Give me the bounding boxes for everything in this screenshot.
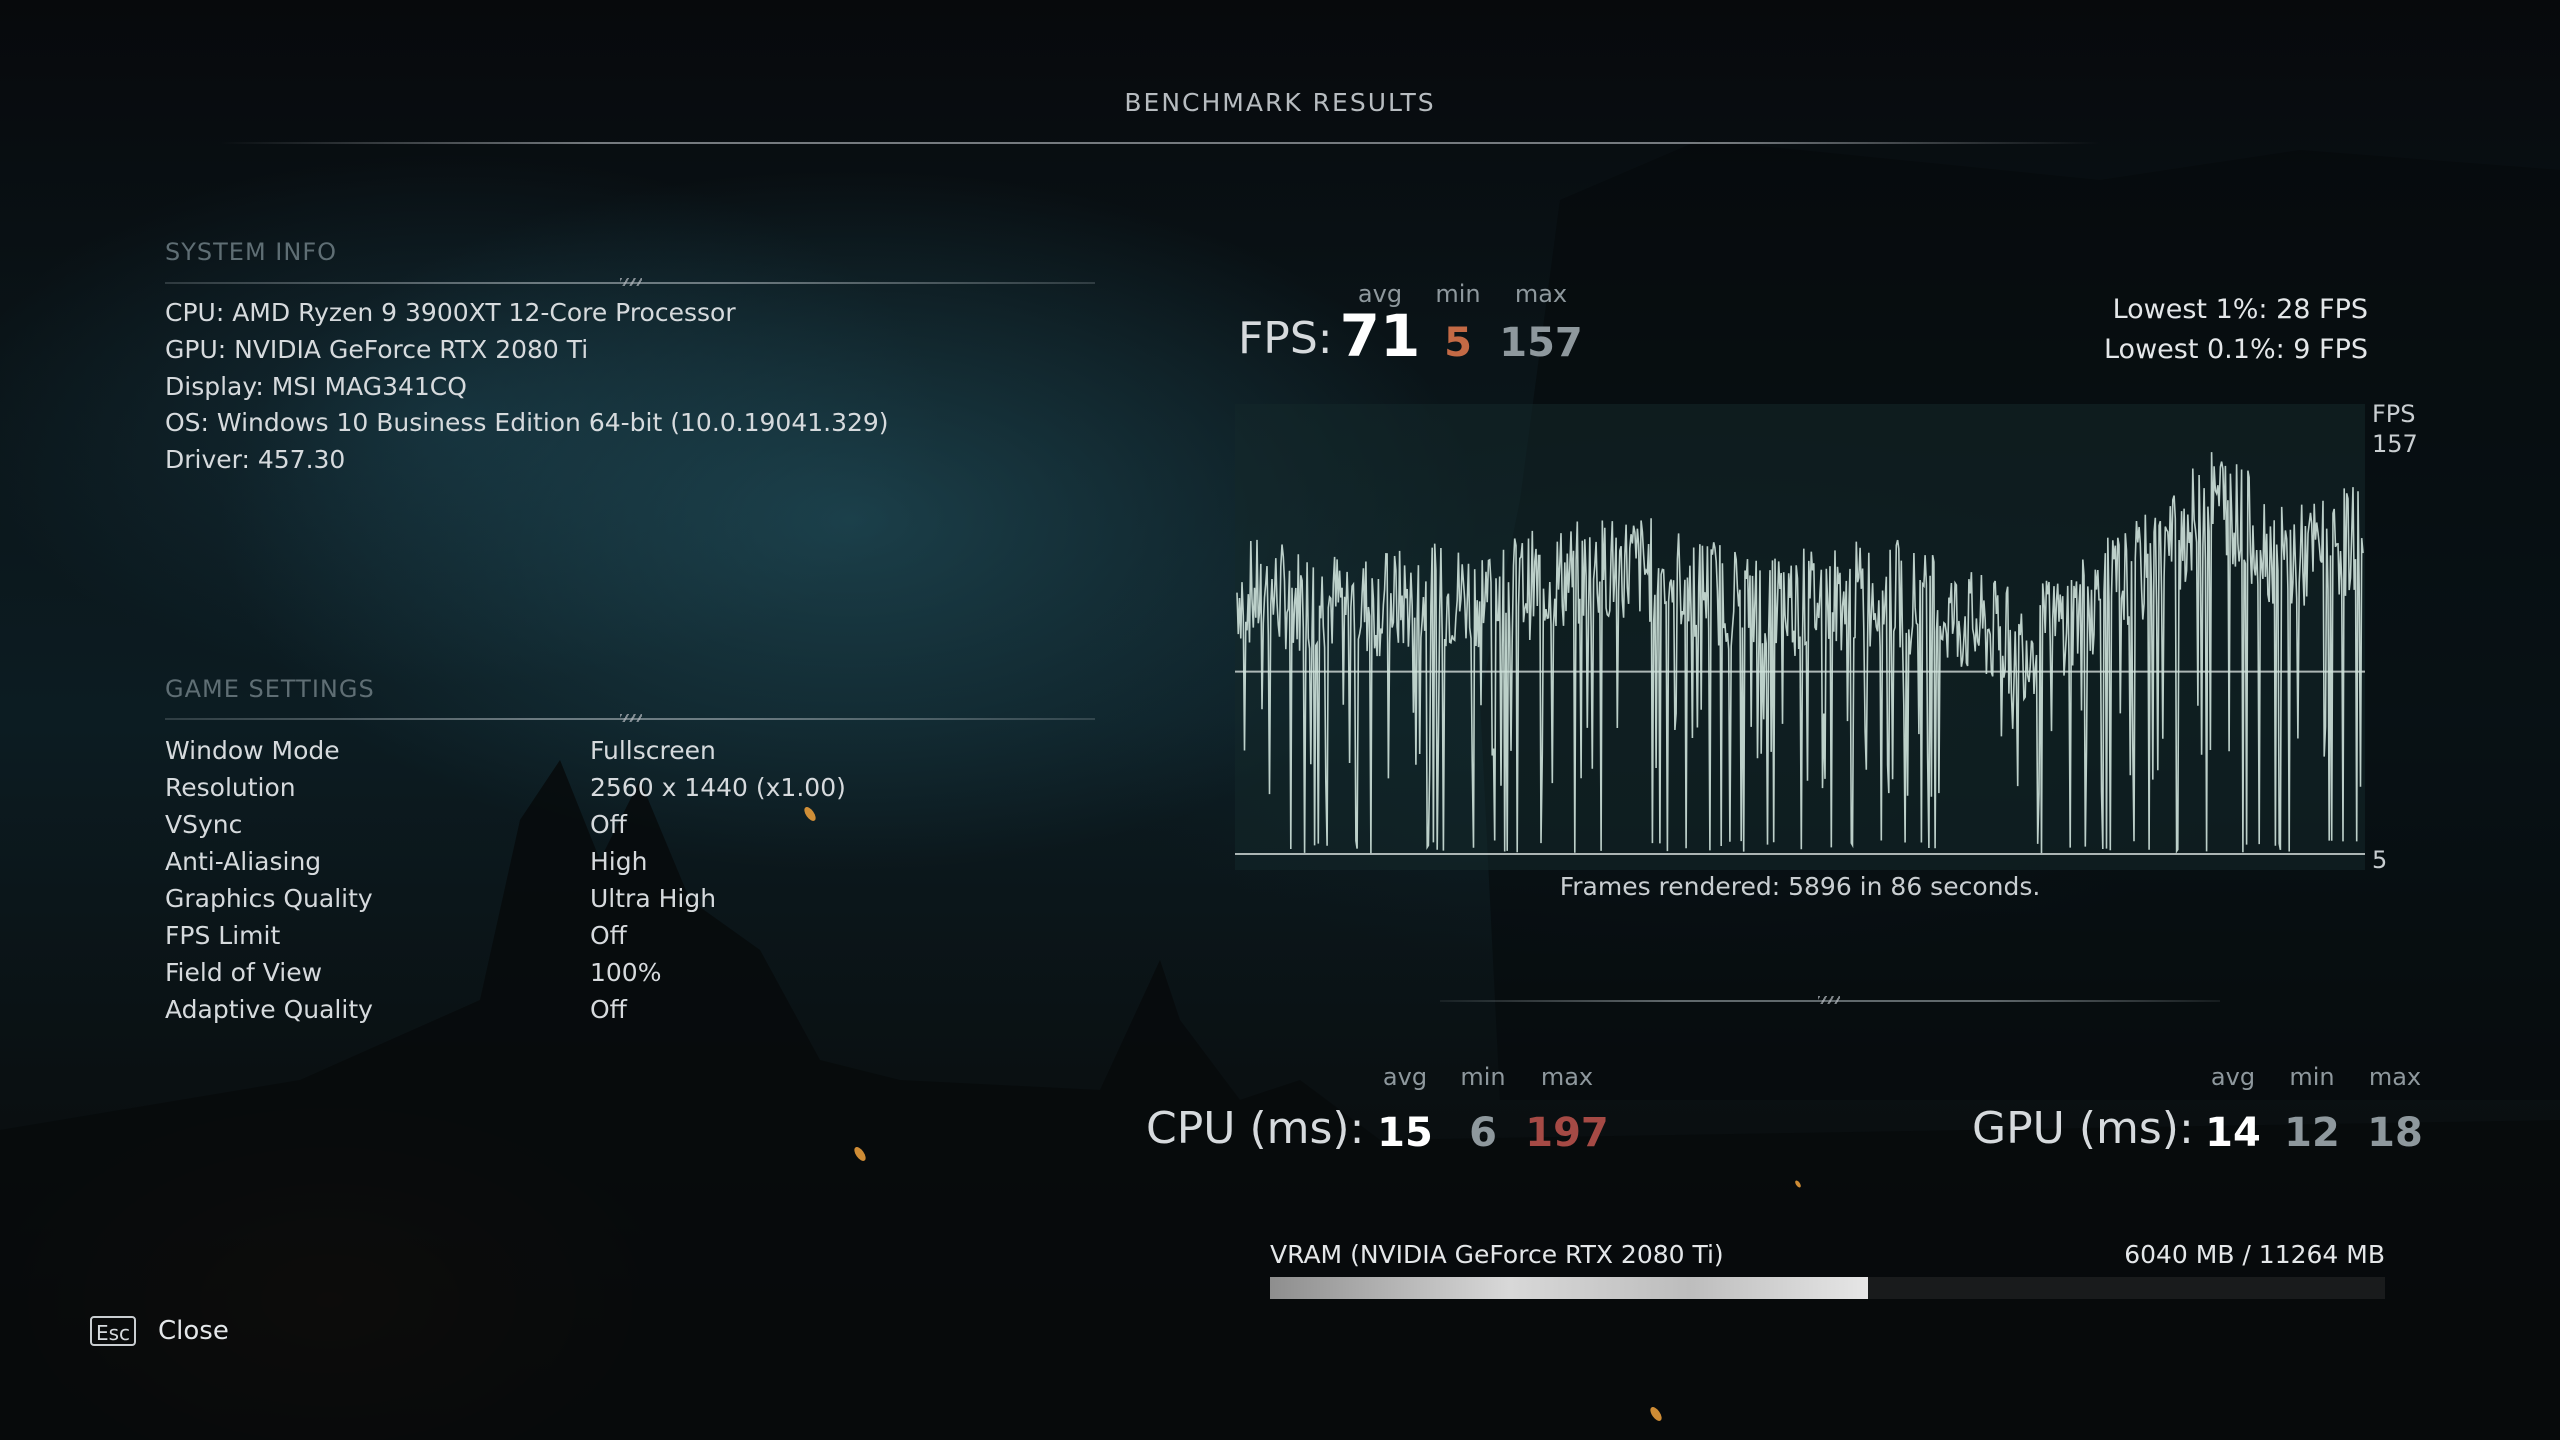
system-info-heading: SYSTEM INFO: [165, 238, 338, 266]
setting-value: Ultra High: [590, 884, 717, 913]
setting-label: Resolution: [165, 773, 296, 802]
ember-particle: [1648, 1405, 1664, 1423]
benchmark-screen: BENCHMARK RESULTS SYSTEM INFO CPU: AMD R…: [0, 0, 2560, 1440]
setting-label: VSync: [165, 810, 243, 839]
setting-value: Off: [590, 921, 627, 950]
setting-label: Window Mode: [165, 736, 340, 765]
frames-rendered: Frames rendered: 5896 in 86 seconds.: [1559, 872, 2041, 901]
system-info-divider: [165, 278, 1095, 286]
setting-label: Graphics Quality: [165, 884, 373, 913]
vram-usage-fill: [1270, 1277, 1868, 1299]
setting-value: 2560 x 1440 (x1.00): [590, 773, 846, 802]
divider-ornament: [620, 714, 642, 722]
cpu-min-header: min: [1460, 1063, 1506, 1091]
divider-ornament: [620, 278, 642, 286]
lowest-01-percent: Lowest 0.1%: 9 FPS: [2103, 334, 2368, 365]
cpu-max-header: max: [1540, 1063, 1594, 1091]
page-title: BENCHMARK RESULTS: [1124, 88, 1436, 117]
vram-usage-bar: [1270, 1277, 2385, 1299]
fps-chart: [1235, 404, 2365, 870]
chart-y-min: 5: [2372, 846, 2388, 874]
setting-value: Fullscreen: [590, 736, 716, 765]
setting-label: Anti-Aliasing: [165, 847, 322, 876]
driver-info: Driver: 457.30: [165, 445, 346, 474]
gpu-avg-header: avg: [2210, 1063, 2256, 1091]
setting-value: High: [590, 847, 648, 876]
setting-label: Field of View: [165, 958, 323, 987]
game-settings-divider: [165, 714, 1095, 722]
vram-label: VRAM (NVIDIA GeForce RTX 2080 Ti): [1270, 1240, 1724, 1269]
cpu-ms-label: CPU (ms):: [1146, 1103, 1365, 1154]
game-settings-heading: GAME SETTINGS: [165, 675, 375, 703]
title-divider: [220, 142, 2100, 144]
divider-ornament: [1818, 996, 1840, 1004]
vram-usage-text: 6040 MB / 11264 MB: [2124, 1240, 2385, 1269]
os-info: OS: Windows 10 Business Edition 64-bit (…: [165, 408, 889, 437]
setting-label: Adaptive Quality: [165, 995, 373, 1024]
setting-value: 100%: [590, 958, 662, 987]
ember-particle: [852, 1145, 868, 1163]
setting-label: FPS Limit: [165, 921, 281, 950]
cpu-avg-header: avg: [1382, 1063, 1428, 1091]
gpu-info: GPU: NVIDIA GeForce RTX 2080 Ti: [165, 335, 589, 364]
chart-y-unit: FPS: [2372, 400, 2416, 428]
setting-value: Off: [590, 810, 627, 839]
gpu-min-header: min: [2289, 1063, 2335, 1091]
gpu-ms-label: GPU (ms):: [1972, 1103, 2194, 1154]
fps-series-line: [1236, 452, 2364, 854]
ember-particle: [802, 805, 818, 823]
fps-label: FPS:: [1238, 313, 1333, 364]
setting-value: Off: [590, 995, 627, 1024]
fps-chart-svg: [1235, 452, 2365, 855]
ember-particle: [1794, 1179, 1802, 1189]
gpu-max-header: max: [2368, 1063, 2422, 1091]
fps-max-value: 157: [1499, 320, 1583, 366]
fps-max-header: max: [1514, 280, 1568, 308]
stats-divider: [1440, 996, 2220, 1004]
gpu-max-value: 18: [2367, 1110, 2423, 1156]
close-button[interactable]: Close: [158, 1316, 229, 1346]
cpu-info: CPU: AMD Ryzen 9 3900XT 12-Core Processo…: [165, 298, 736, 327]
lowest-1-percent: Lowest 1%: 28 FPS: [2112, 294, 2368, 325]
chart-y-max: 157: [2372, 430, 2418, 458]
esc-key-icon[interactable]: Esc: [90, 1316, 136, 1346]
display-info: Display: MSI MAG341CQ: [165, 372, 467, 401]
cpu-max-value: 197: [1525, 1110, 1609, 1156]
